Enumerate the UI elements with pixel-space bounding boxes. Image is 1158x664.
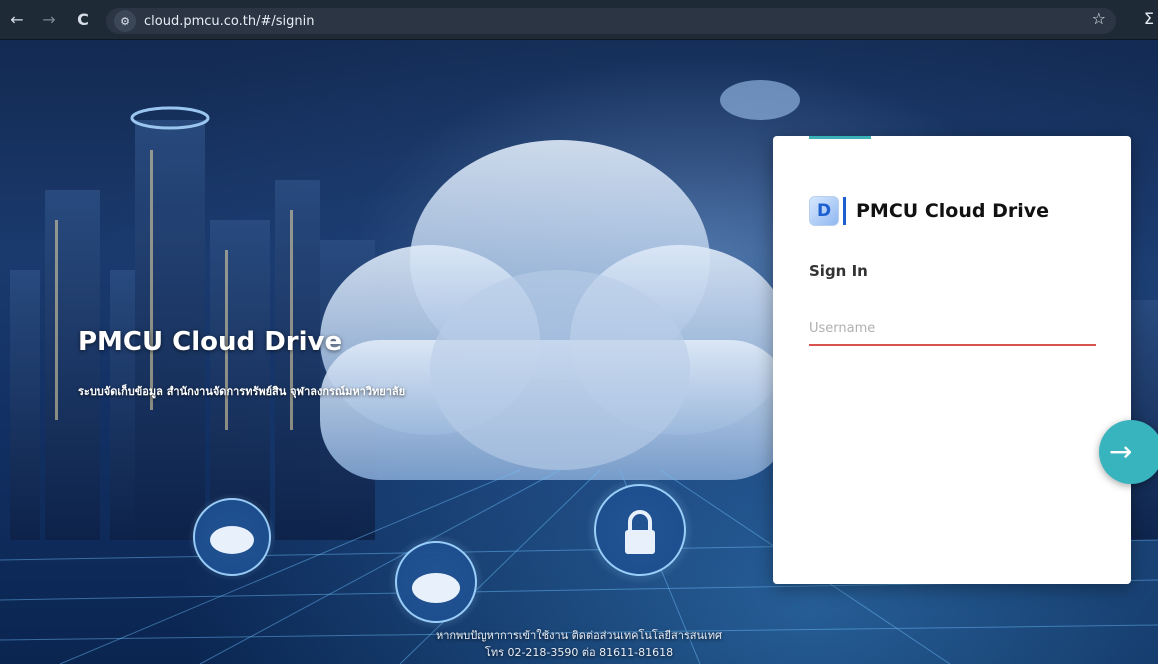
- extensions-icon[interactable]: Σ: [1144, 9, 1154, 28]
- hero-title: PMCU Cloud Drive: [78, 327, 343, 357]
- site-info-icon[interactable]: ⚙: [114, 10, 136, 32]
- logo-divider: [843, 197, 846, 225]
- browser-toolbar: ← → C ⚙ cloud.pmcu.co.th/#/signin ☆ Σ: [0, 0, 1158, 40]
- hero-subtitle: ระบบจัดเก็บข้อมูล สำนักงานจัดการทรัพย์สิ…: [78, 385, 406, 398]
- brand: D PMCU Cloud Drive: [809, 196, 1049, 226]
- card-accent-bar: [809, 136, 871, 139]
- username-input[interactable]: [809, 312, 1096, 346]
- app-name: PMCU Cloud Drive: [856, 200, 1049, 222]
- bookmark-star-icon[interactable]: ☆: [1092, 9, 1106, 28]
- support-contact-line: หากพบปัญหาการเข้าใช้งาน ติดต่อส่วนเทคโนโ…: [435, 629, 723, 642]
- back-icon[interactable]: ←: [6, 9, 28, 31]
- forward-icon[interactable]: →: [38, 9, 60, 31]
- next-arrow-button[interactable]: →: [1099, 420, 1158, 484]
- app-logo-icon: D: [809, 196, 839, 226]
- reload-icon[interactable]: C: [72, 9, 94, 31]
- support-phone-line: โทร 02-218-3590 ต่อ 81611-81618: [484, 646, 674, 659]
- url-text[interactable]: cloud.pmcu.co.th/#/signin: [144, 14, 315, 29]
- login-card: D PMCU Cloud Drive Sign In: [773, 136, 1131, 584]
- sign-in-heading: Sign In: [809, 262, 868, 280]
- address-bar[interactable]: ⚙ cloud.pmcu.co.th/#/signin: [106, 8, 1116, 34]
